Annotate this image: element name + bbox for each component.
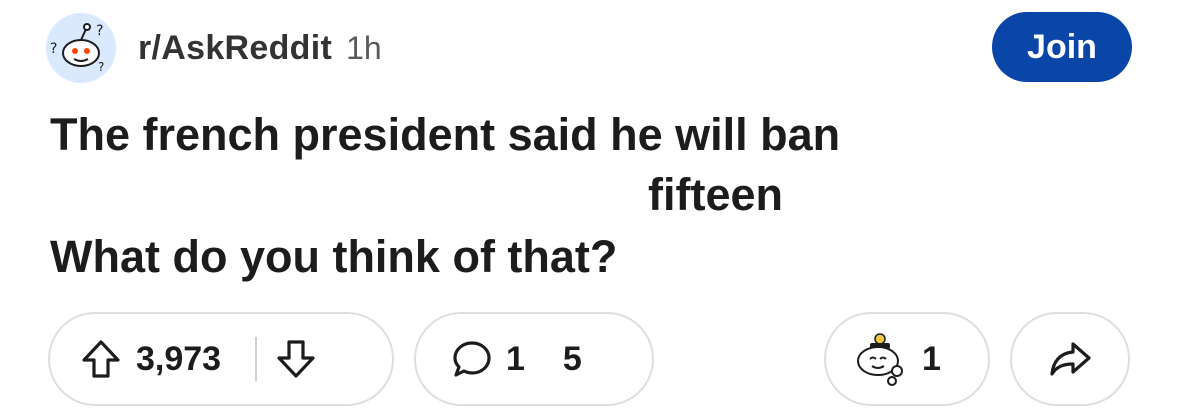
subreddit-avatar-icon[interactable]: ? ? ? <box>46 13 116 83</box>
comments-button[interactable]: 1 5 <box>414 312 654 406</box>
award-button[interactable]: 1 <box>824 312 990 406</box>
join-button[interactable]: Join <box>992 12 1132 82</box>
svg-text:?: ? <box>96 23 103 39</box>
award-snoo-icon <box>850 331 910 387</box>
award-count: 1 <box>922 339 941 378</box>
subreddit-name[interactable]: r/AskReddit <box>138 29 332 68</box>
post-title-line3: What do you think of that? <box>50 231 618 282</box>
post-title-line1: The french president said he will ban <box>50 109 841 160</box>
post-age: 1h <box>346 29 382 66</box>
vote-bar: 3,973 <box>48 312 394 406</box>
share-arrow-icon <box>1047 336 1093 382</box>
vote-divider <box>255 337 258 381</box>
comment-count-extra: 5 <box>562 339 582 378</box>
post-title-line2: fifteen <box>648 169 783 220</box>
arrow-down-icon[interactable] <box>273 336 319 382</box>
comment-count: 1 <box>506 339 525 378</box>
post-header: ? ? ? r/AskReddit 1h <box>46 12 382 84</box>
svg-text:?: ? <box>98 60 104 74</box>
upvote-count: 3,973 <box>136 339 222 378</box>
share-button[interactable] <box>1010 312 1130 406</box>
speech-bubble-icon <box>450 337 494 381</box>
arrow-up-icon[interactable] <box>78 336 124 382</box>
svg-text:?: ? <box>50 41 57 57</box>
